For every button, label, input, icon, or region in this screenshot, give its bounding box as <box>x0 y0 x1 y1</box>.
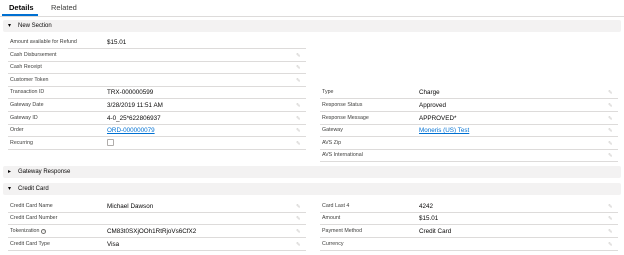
response-message-value: APPROVED* <box>419 115 457 122</box>
gateway-id-label: Gateway ID <box>10 115 38 121</box>
credit-card-number-label: Credit Card Number <box>10 215 58 221</box>
pencil-icon[interactable]: ✎ <box>608 141 613 147</box>
field-divider <box>8 149 306 150</box>
chevron-right-icon: ▸ <box>8 169 12 175</box>
pencil-icon[interactable]: ✎ <box>296 229 301 235</box>
currency-label: Currency <box>322 241 344 247</box>
type-label: Type <box>322 89 334 95</box>
chevron-down-icon: ▾ <box>8 23 12 29</box>
avs-zip-label: AVS Zip <box>322 140 342 146</box>
transaction-id-label: Transaction ID <box>10 89 45 95</box>
field-divider <box>8 86 306 87</box>
pencil-icon[interactable]: ✎ <box>296 242 301 248</box>
gateway-id-value: 4-0_25*622806937 <box>107 115 161 122</box>
amount-label: Amount <box>322 215 341 221</box>
type-value: Charge <box>419 89 440 96</box>
section-title: Gateway Response <box>18 169 71 175</box>
field-divider <box>320 111 618 112</box>
section-title: Credit Card <box>18 186 49 192</box>
pencil-icon[interactable]: ✎ <box>608 103 613 109</box>
pencil-icon[interactable]: ✎ <box>296 103 301 109</box>
order-label: Order <box>10 127 24 133</box>
section-header-new-section[interactable]: ▾ New Section <box>3 20 621 32</box>
field-divider <box>8 237 306 238</box>
pencil-icon[interactable]: ✎ <box>608 153 613 159</box>
payment-method-label: Payment Method <box>322 228 363 234</box>
field-divider <box>8 73 306 74</box>
pencil-icon[interactable]: ✎ <box>296 78 301 84</box>
tab-bar: Details Related <box>0 0 624 17</box>
tab-details[interactable]: Details <box>9 3 34 13</box>
recurring-checkbox[interactable] <box>107 139 114 146</box>
field-divider <box>320 136 618 137</box>
field-divider <box>320 161 618 162</box>
avs-international-label: AVS International <box>322 152 363 158</box>
tokenization-label: Tokenization i <box>10 228 47 235</box>
pencil-icon[interactable]: ✎ <box>296 65 301 71</box>
info-icon[interactable]: i <box>41 229 47 234</box>
pencil-icon[interactable]: ✎ <box>608 90 613 96</box>
field-divider <box>320 149 618 150</box>
amount-available-label: Amount available for Refund <box>10 39 77 45</box>
section-header-credit-card[interactable]: ▾ Credit Card <box>3 183 621 195</box>
field-divider <box>320 250 618 251</box>
field-divider <box>320 237 618 238</box>
pencil-icon[interactable]: ✎ <box>296 53 301 59</box>
field-divider <box>320 224 618 225</box>
pencil-icon[interactable]: ✎ <box>608 216 613 222</box>
recurring-label: Recurring <box>10 140 33 146</box>
gateway-label: Gateway <box>322 127 343 133</box>
field-divider <box>320 124 618 125</box>
field-divider <box>320 98 618 99</box>
chevron-down-icon: ▾ <box>8 186 12 192</box>
credit-card-name-label: Credit Card Name <box>10 203 53 209</box>
tokenization-label-text: Tokenization <box>10 228 40 234</box>
transaction-id-value: TRX-000000599 <box>107 89 154 96</box>
customer-token-label: Customer Token <box>10 77 49 83</box>
pencil-icon[interactable]: ✎ <box>296 116 301 122</box>
field-divider <box>8 61 306 62</box>
field-divider <box>8 124 306 125</box>
tokenization-value: CM83t0SXjOOh1RtRjoVs6CfX2 <box>107 228 197 235</box>
response-status-label: Response Status <box>322 102 363 108</box>
field-divider <box>8 48 306 49</box>
pencil-icon[interactable]: ✎ <box>296 216 301 222</box>
payment-method-value: Credit Card <box>419 228 452 235</box>
credit-card-type-label: Credit Card Type <box>10 241 50 247</box>
cash-receipt-label: Cash Receipt <box>10 64 42 70</box>
gateway-date-value: 3/28/2019 11:51 AM <box>107 102 163 109</box>
field-divider <box>8 98 306 99</box>
card-last-4-value: 4242 <box>419 203 434 210</box>
response-message-label: Response Message <box>322 115 369 121</box>
pencil-icon[interactable]: ✎ <box>608 229 613 235</box>
pencil-icon[interactable]: ✎ <box>296 141 301 147</box>
field-divider <box>8 224 306 225</box>
field-divider <box>8 212 306 213</box>
credit-card-type-value: Visa <box>107 241 120 248</box>
response-status-value: Approved <box>419 102 446 109</box>
field-divider <box>8 250 306 251</box>
order-link[interactable]: ORD-000000079 <box>107 127 155 135</box>
cash-disbursement-label: Cash Disbursement <box>10 52 57 58</box>
tab-related[interactable]: Related <box>51 3 77 13</box>
pencil-icon[interactable]: ✎ <box>296 128 301 134</box>
pencil-icon[interactable]: ✎ <box>608 242 613 248</box>
pencil-icon[interactable]: ✎ <box>608 128 613 134</box>
amount-value: $15.01 <box>419 215 439 222</box>
card-last-4-label: Card Last 4 <box>322 203 350 209</box>
field-divider <box>8 111 306 112</box>
gateway-link[interactable]: Moneris (US) Test <box>419 127 469 135</box>
section-header-gateway-response[interactable]: ▸ Gateway Response <box>3 166 621 178</box>
active-tab-indicator <box>2 14 38 16</box>
section-title: New Section <box>18 23 52 29</box>
field-divider <box>320 212 618 213</box>
pencil-icon[interactable]: ✎ <box>608 204 613 210</box>
pencil-icon[interactable]: ✎ <box>296 204 301 210</box>
gateway-date-label: Gateway Date <box>10 102 44 108</box>
credit-card-name-value: Michael Dawson <box>107 203 154 210</box>
field-divider <box>8 136 306 137</box>
amount-available-value: $15.01 <box>107 39 127 46</box>
pencil-icon[interactable]: ✎ <box>608 116 613 122</box>
